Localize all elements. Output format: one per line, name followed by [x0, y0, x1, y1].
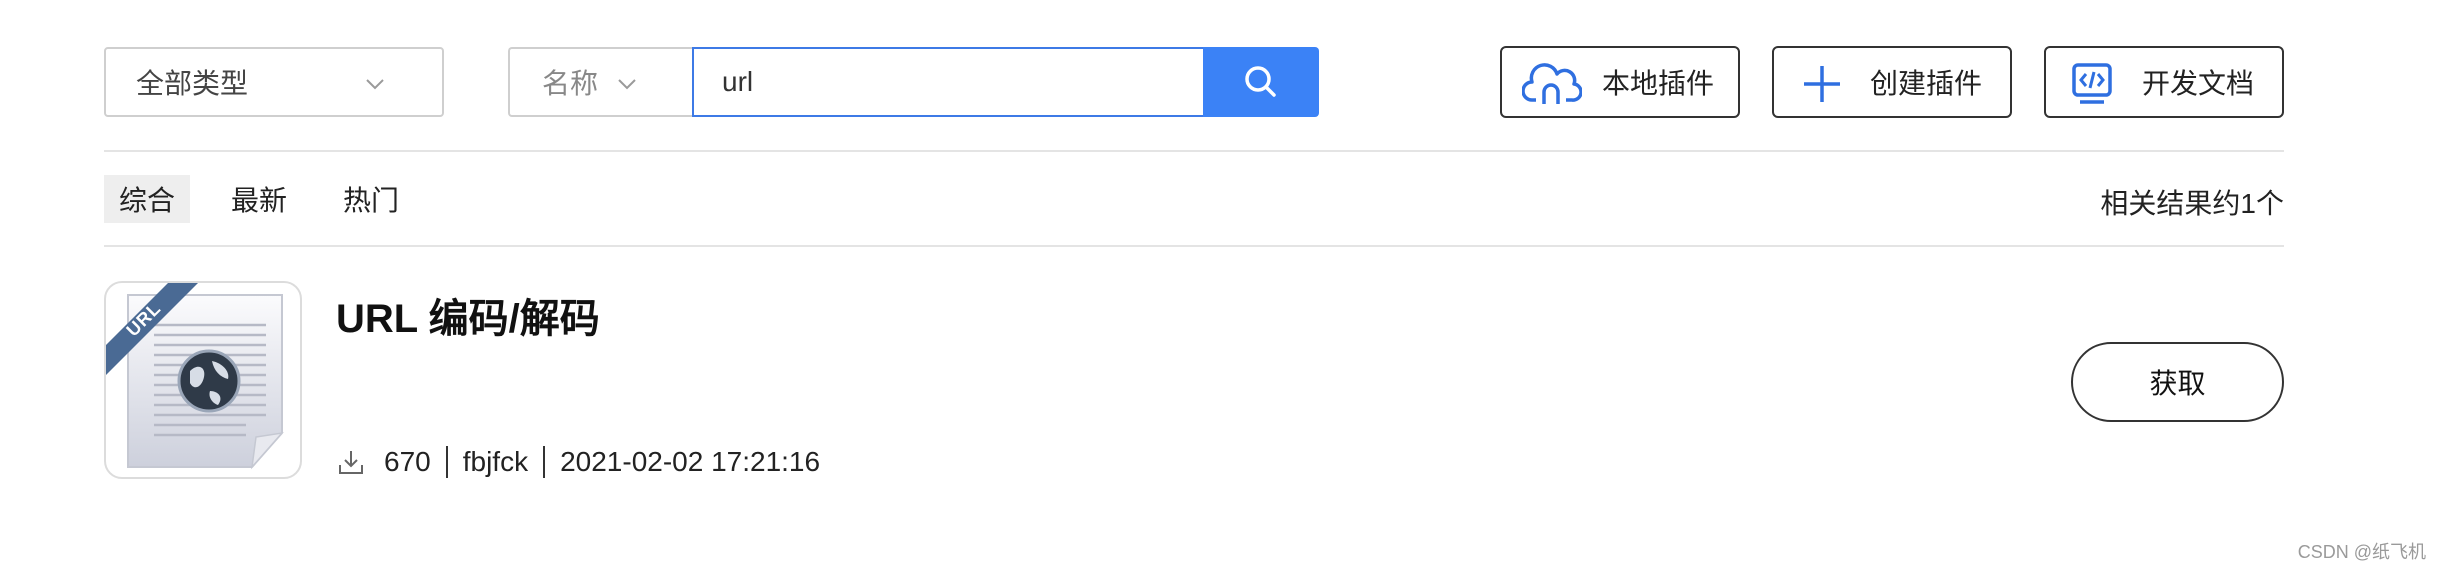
plugin-meta: 670 fbjfck 2021-02-02 17:21:16	[336, 442, 820, 482]
tab-label: 综合	[119, 185, 176, 216]
search-icon	[1245, 66, 1276, 97]
field-select-value: 名称	[542, 68, 599, 99]
download-icon	[339, 451, 363, 474]
meta-separator	[445, 446, 448, 478]
get-plugin-button[interactable]: 获取	[2071, 342, 2284, 422]
result-count: 相关结果约1个	[2100, 188, 2284, 219]
plugin-title[interactable]: URL 编码/解码	[336, 286, 600, 344]
local-plugins-button[interactable]: 本地插件	[1500, 46, 1740, 118]
search-button[interactable]	[1203, 47, 1319, 117]
search-bar: 名称	[508, 47, 1319, 117]
search-input[interactable]	[692, 47, 1203, 117]
sort-tabs: 综合 最新 热门	[104, 175, 440, 223]
plugin-thumbnail[interactable]: URL	[104, 281, 302, 479]
dev-docs-label: 开发文档	[2141, 68, 2254, 99]
get-button-label: 获取	[2149, 368, 2206, 399]
meta-separator	[543, 446, 546, 478]
divider	[104, 245, 2284, 247]
tab-comprehensive[interactable]: 综合	[104, 175, 191, 223]
code-doc-icon	[2072, 63, 2112, 104]
tab-label: 热门	[343, 185, 400, 216]
type-select-value: 全部类型	[136, 68, 249, 99]
watermark: CSDN @纸飞机	[2297, 542, 2426, 562]
plugin-author: fbjfck	[462, 446, 529, 477]
chevron-down-icon	[618, 79, 636, 90]
tab-popular[interactable]: 热门	[328, 175, 414, 223]
plus-icon	[1804, 66, 1840, 102]
field-select[interactable]: 名称	[508, 47, 692, 117]
cloud-upload-icon	[1522, 63, 1582, 104]
download-count: 670	[384, 446, 431, 477]
tab-latest[interactable]: 最新	[216, 175, 302, 223]
tab-label: 最新	[231, 185, 288, 216]
type-select[interactable]: 全部类型	[104, 47, 444, 117]
chevron-down-icon	[366, 79, 384, 90]
dev-docs-button[interactable]: 开发文档	[2044, 46, 2284, 118]
local-plugins-label: 本地插件	[1601, 68, 1714, 99]
divider	[104, 150, 2284, 152]
create-plugin-label: 创建插件	[1869, 68, 1982, 99]
create-plugin-button[interactable]: 创建插件	[1772, 46, 2012, 118]
plugin-date: 2021-02-02 17:21:16	[560, 446, 821, 477]
